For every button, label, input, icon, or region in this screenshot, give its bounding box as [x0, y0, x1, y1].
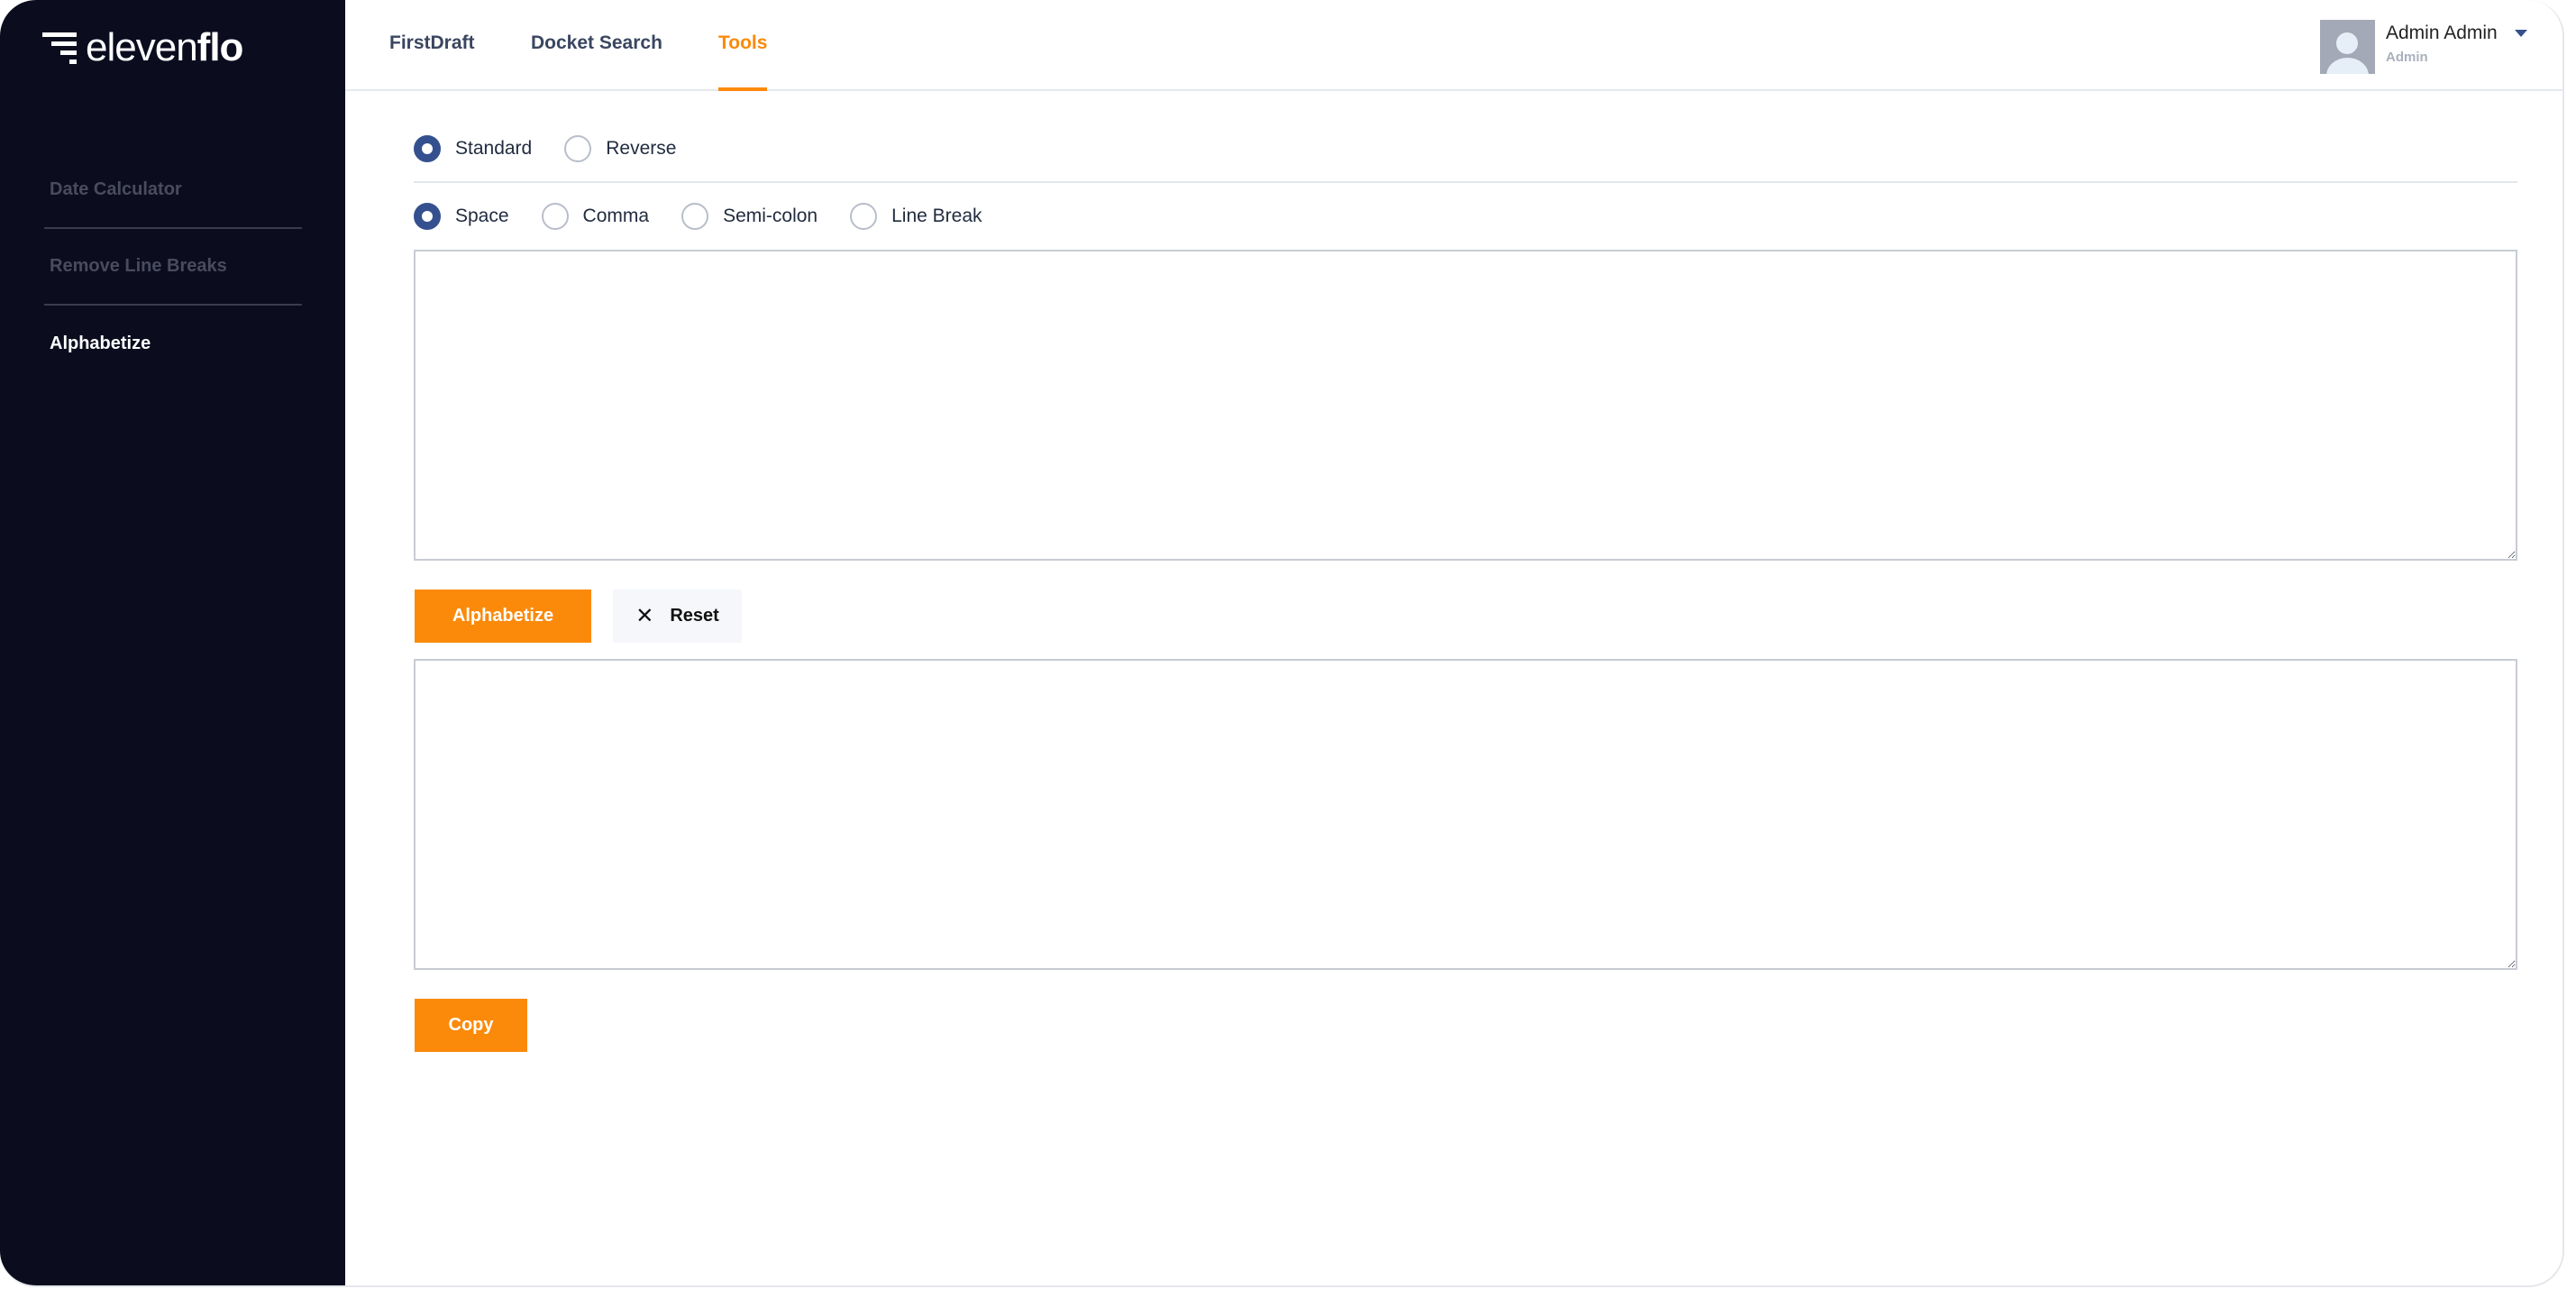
logo-text-light: eleven [86, 25, 198, 69]
top-nav [345, 0, 2562, 91]
radio-checked-icon[interactable] [414, 135, 441, 162]
radio-label: Reverse [606, 138, 677, 159]
divider [414, 181, 2517, 183]
radio-space[interactable]: Space [414, 203, 509, 230]
divider [44, 304, 302, 306]
radio-unchecked-icon[interactable] [541, 203, 569, 230]
chevron-down-icon[interactable] [2515, 30, 2527, 37]
radio-semicolon[interactable]: Semi-colon [681, 203, 818, 230]
sidebar: eleven flo Date Calculator Remove Line Br… [0, 0, 345, 1285]
radio-label: Space [455, 206, 509, 226]
radio-label: Line Break [891, 206, 982, 226]
radio-unchecked-icon[interactable] [681, 203, 709, 230]
radio-unchecked-icon[interactable] [564, 135, 592, 162]
logo[interactable]: eleven flo [42, 25, 244, 70]
order-radio-group: Standard Reverse [414, 135, 708, 162]
sidebar-item-date-calculator[interactable]: Date Calculator [50, 179, 182, 200]
user-name[interactable]: Admin Admin [2386, 23, 2498, 44]
output-textarea[interactable] [414, 659, 2517, 970]
radio-label: Comma [582, 206, 650, 226]
copy-button[interactable]: Copy [415, 999, 527, 1052]
tab-firstdraft[interactable]: FirstDraft [389, 32, 475, 54]
tab-docket-search[interactable]: Docket Search [531, 32, 662, 54]
radio-line-break[interactable]: Line Break [850, 203, 982, 230]
sidebar-item-remove-line-breaks[interactable]: Remove Line Breaks [50, 256, 227, 277]
tab-tools[interactable]: Tools [718, 32, 767, 54]
radio-unchecked-icon[interactable] [850, 203, 878, 230]
active-tab-indicator [718, 87, 767, 91]
logo-text-bold: flo [196, 25, 244, 69]
user-role: Admin [2386, 50, 2428, 65]
radio-standard[interactable]: Standard [414, 135, 532, 162]
divider [44, 227, 302, 229]
radio-label: Semi-colon [723, 206, 818, 226]
alphabetize-button[interactable]: Alphabetize [415, 590, 591, 643]
radio-label: Standard [455, 138, 533, 159]
reset-label: Reset [670, 606, 719, 626]
avatar[interactable] [2320, 20, 2375, 74]
reset-button[interactable]: ✕ Reset [613, 590, 742, 643]
radio-reverse[interactable]: Reverse [564, 135, 676, 162]
app-window: eleven flo Date Calculator Remove Line Br… [0, 0, 2564, 1287]
close-icon: ✕ [635, 604, 654, 628]
radio-checked-icon[interactable] [414, 203, 441, 230]
sidebar-item-alphabetize[interactable]: Alphabetize [50, 334, 151, 354]
input-textarea[interactable] [414, 250, 2517, 561]
delimiter-radio-group: Space Comma Semi-colon Line Break [414, 203, 1015, 230]
logo-icon [42, 32, 77, 64]
radio-comma[interactable]: Comma [541, 203, 650, 230]
